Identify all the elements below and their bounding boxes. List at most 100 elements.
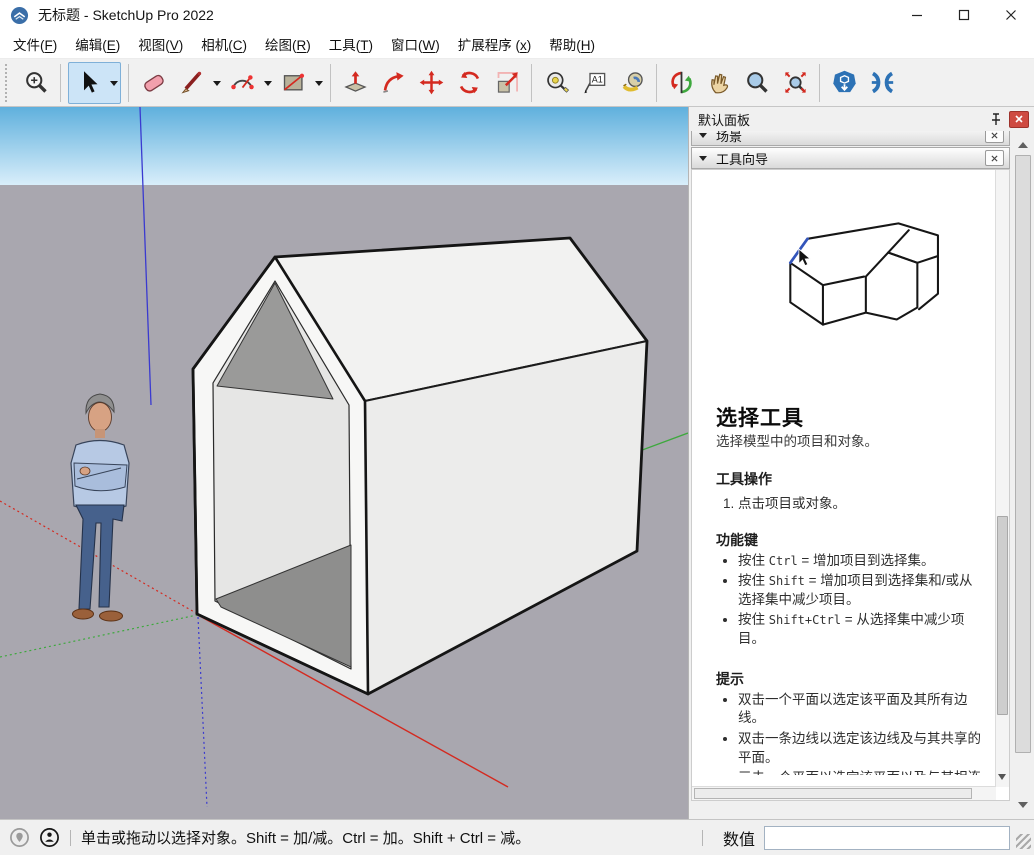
scrollbar-thumb[interactable] xyxy=(1015,155,1031,753)
follow-me-tool-button[interactable] xyxy=(374,63,412,103)
tape-measure-tool-button[interactable] xyxy=(537,63,575,103)
instructor-tool-desc: 选择模型中的项目和对象。 xyxy=(716,433,969,451)
arc-tool-button[interactable] xyxy=(223,63,261,103)
pan-tool-button[interactable] xyxy=(700,63,738,103)
rectangle-icon xyxy=(280,69,307,96)
scenes-panel-close-button[interactable] xyxy=(985,131,1004,143)
rectangle-tool-button[interactable] xyxy=(274,63,312,103)
chevron-down-icon xyxy=(699,133,707,142)
chevron-down-icon xyxy=(699,156,707,165)
rotate-tool-button[interactable] xyxy=(450,63,488,103)
tray-close-button[interactable] xyxy=(1009,111,1029,128)
paint-bucket-tool-button[interactable] xyxy=(613,63,651,103)
follow-me-icon xyxy=(380,69,407,96)
model-viewport[interactable] xyxy=(0,107,688,819)
zoom-tool-button[interactable] xyxy=(738,63,776,103)
measurements-label: 数值 xyxy=(723,826,755,850)
menu-help[interactable]: 帮助(H) xyxy=(540,30,604,58)
minimize-button[interactable] xyxy=(893,0,940,30)
scroll-down-arrow-icon[interactable] xyxy=(998,774,1006,784)
zoom-window-icon xyxy=(23,69,50,96)
menu-file[interactable]: 文件(F) xyxy=(4,30,66,58)
toolbar-separator xyxy=(60,64,61,102)
menu-tools[interactable]: 工具(T) xyxy=(320,30,382,58)
scenes-panel-bar[interactable]: 场景 xyxy=(691,131,1010,146)
arc-protractor-icon xyxy=(229,69,256,96)
default-tray: 默认面板 场景 工具向导 xyxy=(688,107,1034,819)
rectangle-tool-dropdown[interactable] xyxy=(312,63,325,103)
tips-clip: 双击一个平面以选定该平面及其所有边线。 双击一条边线以选定该边线及与其共享的平面… xyxy=(692,689,1009,775)
select-tool-button[interactable] xyxy=(69,63,107,103)
list-item: 按住 Ctrl = 增加项目到选择集。 xyxy=(738,552,983,571)
tips-heading: 提示 xyxy=(716,669,1009,689)
zoom-extents-button[interactable] xyxy=(776,63,814,103)
pin-button[interactable] xyxy=(986,110,1006,128)
list-item: 三击一个平面以选定该平面以及与其相连的所有项目。 xyxy=(738,769,983,775)
menu-draw[interactable]: 绘图(R) xyxy=(256,30,320,58)
toolbar: A1 xyxy=(0,59,1034,107)
text-tool-button[interactable]: A1 xyxy=(575,63,613,103)
scrollbar-thumb[interactable] xyxy=(694,788,972,799)
extension-warehouse-icon xyxy=(869,69,896,96)
cursor-icon xyxy=(799,249,810,266)
push-pull-tool-button[interactable] xyxy=(336,63,374,103)
close-icon xyxy=(991,155,998,162)
figure-crossed-arms xyxy=(74,463,127,491)
menu-view[interactable]: 视图(V) xyxy=(129,30,192,58)
list-item: 双击一条边线以选定该边线及与其共享的平面。 xyxy=(738,730,983,767)
figure-face xyxy=(89,403,112,432)
instructor-panel-close-button[interactable] xyxy=(985,150,1004,166)
measurements-area: 数值 xyxy=(692,826,1034,850)
scroll-down-arrow-icon[interactable] xyxy=(1018,802,1028,813)
line-tool-button[interactable] xyxy=(172,63,210,103)
scroll-up-arrow-icon[interactable] xyxy=(1018,137,1028,148)
scenes-panel-title: 场景 xyxy=(716,131,742,145)
toolbar-separator xyxy=(128,64,129,102)
zoom-window-button[interactable] xyxy=(17,63,55,103)
eraser-tool-button[interactable] xyxy=(134,63,172,103)
3d-warehouse-icon xyxy=(831,69,858,96)
extension-warehouse-button[interactable] xyxy=(863,63,901,103)
credit-attribution-icon[interactable] xyxy=(39,827,60,848)
menu-camera[interactable]: 相机(C) xyxy=(192,30,256,58)
maximize-button[interactable] xyxy=(940,0,987,30)
arc-tool-dropdown[interactable] xyxy=(261,63,274,103)
push-pull-icon xyxy=(342,69,369,96)
status-message: 单击或拖动以选择对象。Shift = 加/减。Ctrl = 加。Shift + … xyxy=(81,827,530,848)
pan-hand-icon xyxy=(706,69,733,96)
scrollbar-thumb[interactable] xyxy=(997,516,1008,715)
chevron-down-icon xyxy=(213,81,221,90)
close-icon xyxy=(1015,115,1023,123)
geolocation-icon[interactable] xyxy=(9,827,30,848)
instructor-horizontal-scrollbar[interactable] xyxy=(692,786,996,800)
resize-grip[interactable] xyxy=(1016,834,1031,849)
menu-edit[interactable]: 编辑(E) xyxy=(66,30,129,58)
chevron-down-icon xyxy=(315,81,323,90)
chevron-down-icon xyxy=(264,81,272,90)
maximize-icon xyxy=(956,7,972,23)
tray-scrollbar[interactable] xyxy=(1014,133,1032,817)
close-button[interactable] xyxy=(987,0,1034,30)
warehouse-3d-button[interactable] xyxy=(825,63,863,103)
line-tool-dropdown[interactable] xyxy=(210,63,223,103)
move-tool-button[interactable] xyxy=(412,63,450,103)
menu-extensions[interactable]: 扩展程序 (x) xyxy=(449,30,541,58)
menu-window[interactable]: 窗口(W) xyxy=(382,30,449,58)
tray-title: 默认面板 xyxy=(698,110,750,129)
instructor-illustration xyxy=(768,210,974,350)
toolbar-separator xyxy=(330,64,331,102)
toolbar-grip[interactable] xyxy=(5,64,11,102)
instructor-vertical-scrollbar[interactable] xyxy=(995,170,1009,787)
operation-heading: 工具操作 xyxy=(716,469,1009,489)
pencil-icon xyxy=(178,69,205,96)
pin-icon xyxy=(990,113,1002,126)
select-tool-dropdown[interactable] xyxy=(107,63,120,103)
tray-header[interactable]: 默认面板 xyxy=(689,107,1034,131)
instructor-panel-bar[interactable]: 工具向导 xyxy=(691,147,1010,169)
scale-tool-button[interactable] xyxy=(488,63,526,103)
orbit-tool-button[interactable] xyxy=(662,63,700,103)
zoom-icon xyxy=(744,69,771,96)
measurements-input[interactable] xyxy=(764,826,1010,850)
viewport-canvas[interactable] xyxy=(0,107,688,819)
minimize-icon xyxy=(909,7,925,23)
